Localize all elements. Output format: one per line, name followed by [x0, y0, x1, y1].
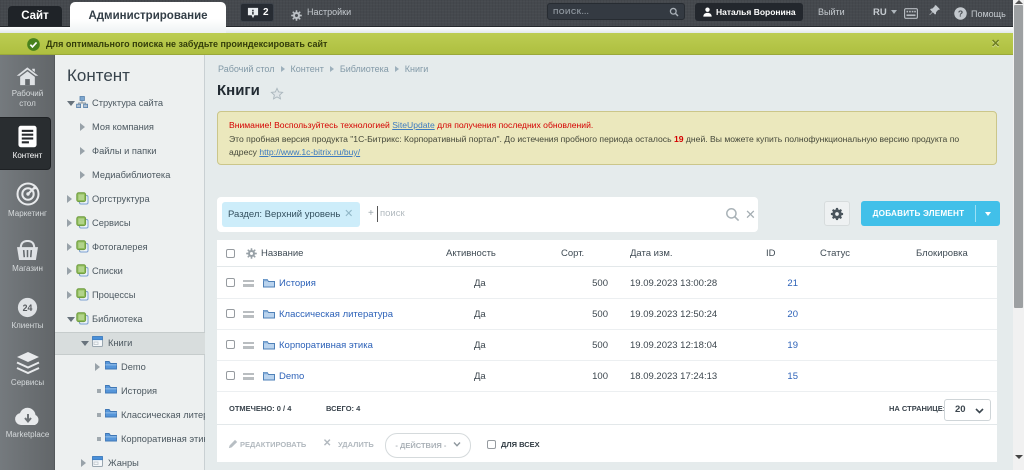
- svg-text:?: ?: [958, 9, 963, 19]
- svg-text:24: 24: [23, 303, 33, 313]
